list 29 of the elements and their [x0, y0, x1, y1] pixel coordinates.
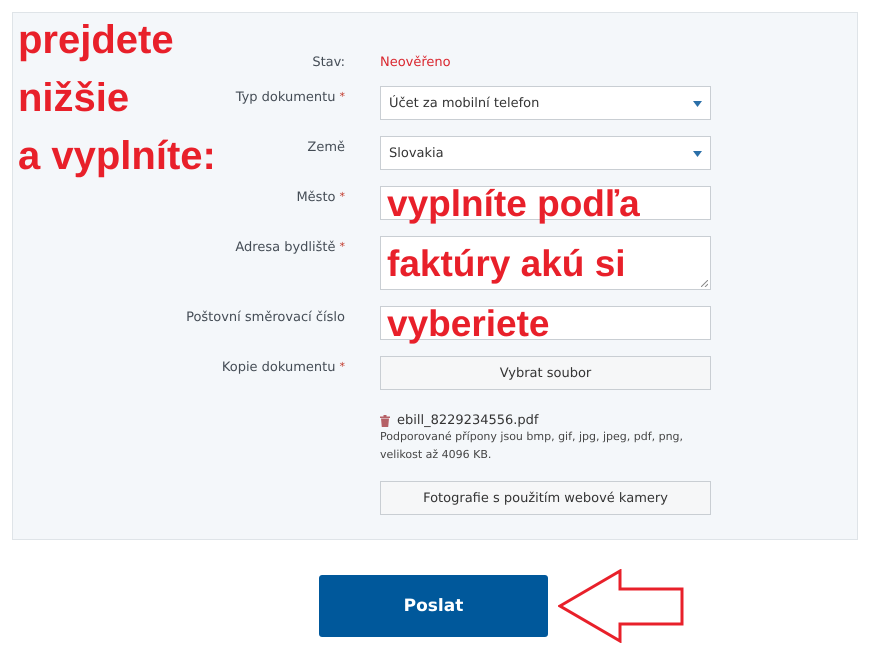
field-label: Poštovní směrovací číslo	[186, 309, 345, 327]
caret-icon	[693, 151, 702, 157]
select-field[interactable]: Slovakia	[380, 136, 711, 170]
field-label: Typ dokumentu *	[236, 89, 345, 107]
field-label: Země	[307, 139, 345, 157]
annotation-text: prejdete	[18, 17, 175, 63]
webcam-button[interactable]: Fotografie s použitím webové kamery	[380, 481, 711, 515]
required-mark: *	[340, 190, 345, 203]
arrow-icon	[558, 569, 684, 643]
annotation-text: faktúry akú si	[387, 243, 626, 285]
select-field[interactable]: Účet za mobilní telefon	[380, 86, 711, 120]
annotation-text: a vyplníte:	[18, 133, 216, 179]
status-value: Neověřeno	[380, 55, 452, 70]
resize-grip-icon[interactable]	[701, 280, 708, 287]
field-label: Adresa bydliště *	[235, 239, 345, 257]
required-mark: *	[340, 240, 345, 253]
caret-icon	[693, 101, 702, 107]
trash-icon[interactable]	[380, 414, 390, 426]
required-mark: *	[340, 90, 345, 103]
required-mark: *	[340, 360, 345, 373]
field-label: Město *	[296, 189, 345, 207]
file-hint: Podporované přípony jsou bmp, gif, jpg, jpeg, pdf, png, velikost až 4096 KB.	[380, 429, 684, 463]
field-label: Stav:	[312, 55, 345, 70]
choose-file-button[interactable]: Vybrat soubor	[380, 356, 711, 390]
annotation-text: nižšie	[18, 75, 130, 121]
field-label: Kopie dokumentu *	[222, 359, 345, 377]
file-name: ebill_8229234556.pdf	[397, 413, 539, 428]
submit-button[interactable]: Poslat	[319, 575, 548, 637]
textarea-field[interactable]: faktúry akú si	[380, 236, 711, 290]
